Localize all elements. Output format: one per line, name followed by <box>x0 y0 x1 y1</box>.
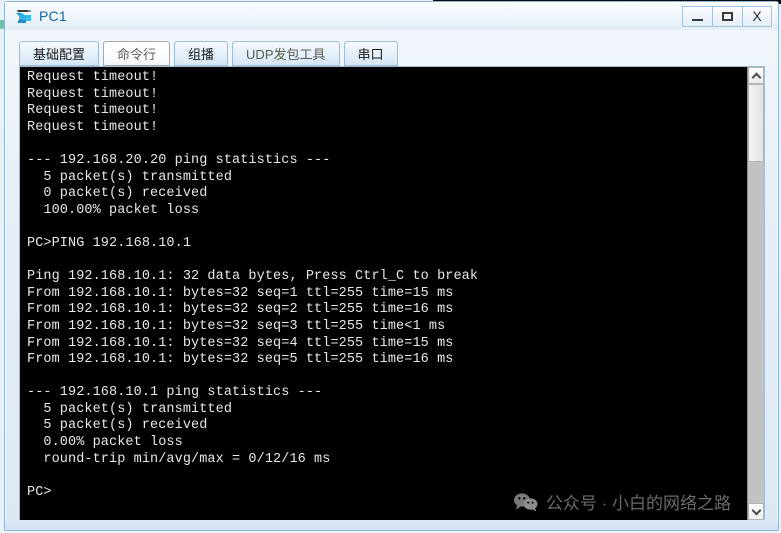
terminal-line: Request timeout! <box>27 103 159 119</box>
close-button[interactable]: X <box>742 5 772 27</box>
tab-udp-tool[interactable]: UDP发包工具 <box>232 41 340 66</box>
terminal-output[interactable]: Request timeout! Request timeout! Request … <box>20 67 747 520</box>
chevron-down-icon <box>751 505 761 515</box>
tab-basic-config[interactable]: 基础配置 <box>19 41 100 66</box>
pc-device-icon <box>14 7 34 25</box>
maximize-icon <box>722 11 733 21</box>
terminal-line: From 192.168.10.1: bytes=32 seq=1 ttl=25… <box>27 285 454 301</box>
tab-strip: 基础配置 命令行 组播 UDP发包工具 串口 <box>19 40 402 66</box>
terminal-line: 5 packet(s) transmitted <box>27 169 233 185</box>
window-controls: X <box>682 5 772 27</box>
window-bottom-edge <box>5 520 778 530</box>
maximize-button[interactable] <box>712 5 742 27</box>
pc1-window: PC1 X 基础配置 命令行 组播 UDP发包工具 串口 Request tim… <box>4 1 779 531</box>
tab-label: 组播 <box>188 47 215 62</box>
terminal-line: From 192.168.10.1: bytes=32 seq=2 ttl=25… <box>27 302 454 318</box>
tab-multicast[interactable]: 组播 <box>174 41 229 66</box>
terminal-line: Ping 192.168.10.1: 32 data bytes, Press … <box>27 269 479 285</box>
terminal-line: 0.00% packet loss <box>27 435 183 451</box>
scrollbar-track[interactable] <box>748 84 764 503</box>
terminal-line: From 192.168.10.1: bytes=32 seq=5 ttl=25… <box>27 352 454 368</box>
terminal-line: PC>PING 192.168.10.1 <box>27 235 192 251</box>
close-icon: X <box>752 8 762 24</box>
terminal-line: 5 packet(s) transmitted <box>27 401 233 417</box>
window-title: PC1 <box>39 8 67 24</box>
terminal-line: From 192.168.10.1: bytes=32 seq=4 ttl=25… <box>27 335 454 351</box>
terminal-line: 5 packet(s) received <box>27 418 208 434</box>
minimize-icon <box>692 18 703 21</box>
terminal-line: --- 192.168.10.1 ping statistics --- <box>27 385 323 401</box>
watermark: 公众号 · 小白的网络之路 <box>513 489 731 514</box>
scrollbar-up-button[interactable] <box>748 67 764 84</box>
tab-command-line[interactable]: 命令行 <box>103 41 171 66</box>
tab-label: 命令行 <box>117 47 157 62</box>
watermark-text: 公众号 · 小白的网络之路 <box>545 494 731 513</box>
tab-serial-port[interactable]: 串口 <box>343 41 398 66</box>
scrollbar-down-button[interactable] <box>748 503 764 520</box>
tab-label: 基础配置 <box>33 47 86 62</box>
terminal-line: Request timeout! <box>27 86 159 102</box>
terminal-line-list: Request timeout! Request timeout! Request … <box>27 70 747 501</box>
terminal-line: 0 packet(s) received <box>27 186 208 202</box>
tab-label: 串口 <box>357 47 384 62</box>
terminal-line: Request timeout! <box>27 119 159 135</box>
tab-label: UDP发包工具 <box>246 47 326 62</box>
terminal-scrollbar[interactable] <box>747 67 764 520</box>
terminal-line: round-trip min/avg/max = 0/12/16 ms <box>27 451 331 467</box>
window-titlebar[interactable]: PC1 X <box>5 2 778 30</box>
scrollbar-thumb[interactable] <box>748 84 764 162</box>
chevron-up-icon <box>751 72 761 82</box>
minimize-button[interactable] <box>682 5 712 27</box>
terminal-line: Request timeout! <box>27 70 159 85</box>
wechat-icon <box>513 492 539 512</box>
terminal-panel: Request timeout! Request timeout! Request … <box>19 66 765 521</box>
terminal-line: 100.00% packet loss <box>27 202 200 218</box>
terminal-line: From 192.168.10.1: bytes=32 seq=3 ttl=25… <box>27 318 446 334</box>
terminal-line: --- 192.168.20.20 ping statistics --- <box>27 152 331 168</box>
